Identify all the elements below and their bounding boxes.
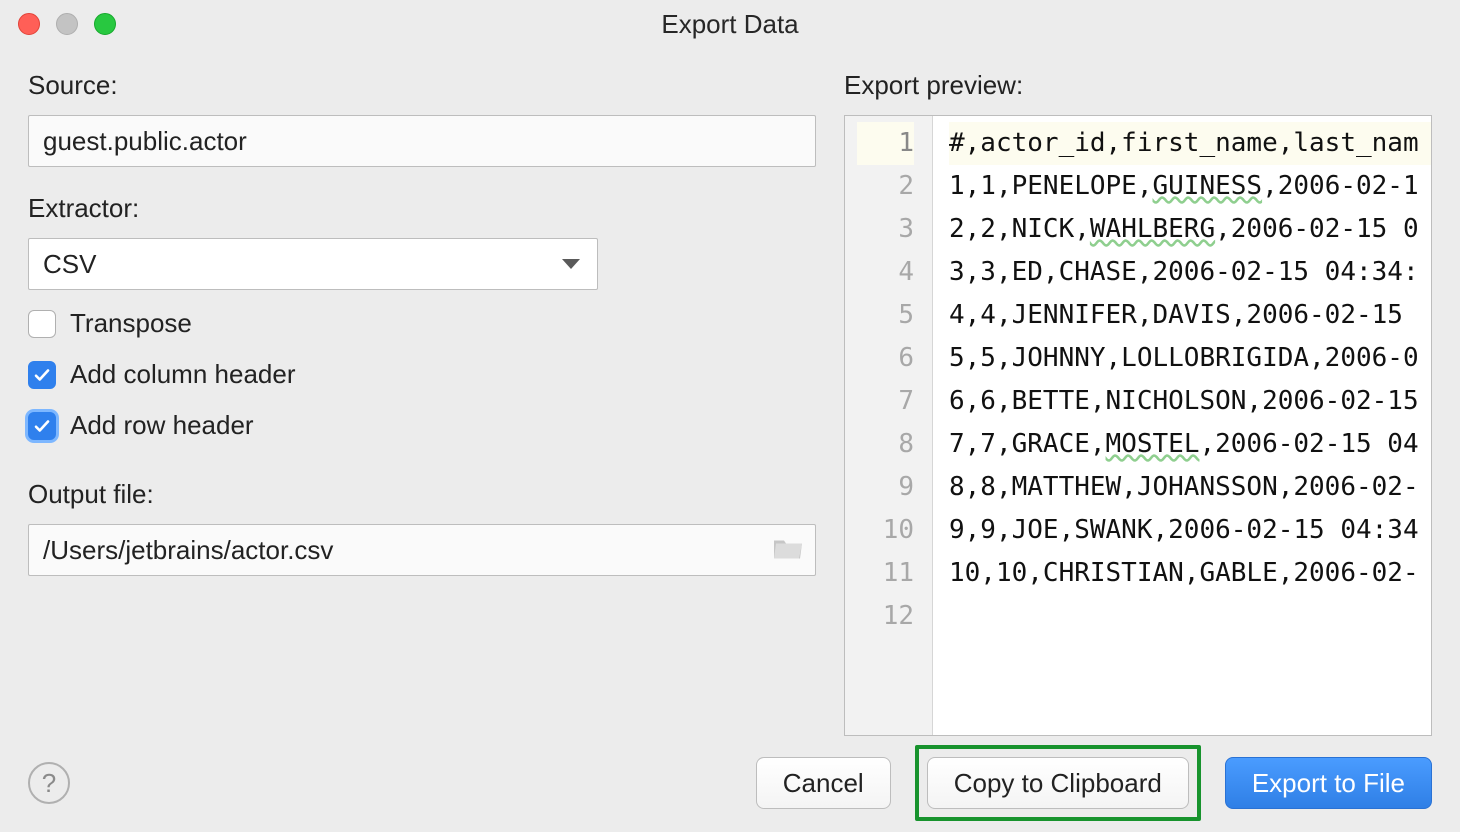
tutorial-highlight: Copy to Clipboard xyxy=(915,745,1201,821)
line-number: 8 xyxy=(857,423,914,466)
line-gutter: 123456789101112 xyxy=(845,116,933,735)
add-row-header-checkbox[interactable] xyxy=(28,412,56,440)
line-number: 3 xyxy=(857,208,914,251)
preview-line: #,actor_id,first_name,last_nam xyxy=(949,122,1431,165)
settings-pane: Source: Extractor: Transpose Add column … xyxy=(28,70,816,736)
traffic-lights xyxy=(18,13,116,35)
source-label: Source: xyxy=(28,70,816,101)
preview-content: #,actor_id,first_name,last_nam1,1,PENELO… xyxy=(933,116,1431,735)
extractor-label: Extractor: xyxy=(28,193,816,224)
line-number: 11 xyxy=(857,552,914,595)
preview-line: 9,9,JOE,SWANK,2006-02-15 04:34 xyxy=(949,509,1431,552)
window-minimize-button[interactable] xyxy=(56,13,78,35)
window-zoom-button[interactable] xyxy=(94,13,116,35)
titlebar: Export Data xyxy=(0,0,1460,48)
preview-line: 4,4,JENNIFER,DAVIS,2006-02-15 xyxy=(949,294,1431,337)
help-button[interactable]: ? xyxy=(28,762,70,804)
export-to-file-button[interactable]: Export to File xyxy=(1225,757,1432,809)
line-number: 9 xyxy=(857,466,914,509)
preview-line: 7,7,GRACE,MOSTEL,2006-02-15 04 xyxy=(949,423,1431,466)
preview-line: 8,8,MATTHEW,JOHANSSON,2006-02- xyxy=(949,466,1431,509)
window-close-button[interactable] xyxy=(18,13,40,35)
preview-line xyxy=(949,595,1431,638)
preview-line: 10,10,CHRISTIAN,GABLE,2006-02- xyxy=(949,552,1431,595)
line-number: 1 xyxy=(857,122,914,165)
line-number: 2 xyxy=(857,165,914,208)
preview-line: 2,2,NICK,WAHLBERG,2006-02-15 0 xyxy=(949,208,1431,251)
transpose-label: Transpose xyxy=(70,308,192,339)
line-number: 10 xyxy=(857,509,914,552)
transpose-checkbox[interactable] xyxy=(28,310,56,338)
preview-pane: Export preview: 123456789101112 #,actor_… xyxy=(844,70,1432,736)
folder-icon xyxy=(772,535,804,561)
preview-editor[interactable]: 123456789101112 #,actor_id,first_name,la… xyxy=(844,115,1432,736)
preview-line: 6,6,BETTE,NICHOLSON,2006-02-15 xyxy=(949,380,1431,423)
line-number: 6 xyxy=(857,337,914,380)
extractor-select[interactable] xyxy=(28,238,598,290)
add-column-header-checkbox[interactable] xyxy=(28,361,56,389)
preview-label: Export preview: xyxy=(844,70,1432,101)
source-input[interactable] xyxy=(28,115,816,167)
footer: ? Cancel Copy to Clipboard Export to Fil… xyxy=(0,736,1460,830)
check-icon xyxy=(33,417,51,435)
line-number: 5 xyxy=(857,294,914,337)
browse-folder-button[interactable] xyxy=(772,535,804,566)
preview-line: 5,5,JOHNNY,LOLLOBRIGIDA,2006-0 xyxy=(949,337,1431,380)
copy-to-clipboard-button[interactable]: Copy to Clipboard xyxy=(927,757,1189,809)
add-row-header-label: Add row header xyxy=(70,410,254,441)
window-title: Export Data xyxy=(661,9,798,40)
preview-line: 3,3,ED,CHASE,2006-02-15 04:34: xyxy=(949,251,1431,294)
line-number: 7 xyxy=(857,380,914,423)
output-file-input[interactable] xyxy=(28,524,816,576)
cancel-button[interactable]: Cancel xyxy=(756,757,891,809)
add-column-header-label: Add column header xyxy=(70,359,295,390)
preview-line: 1,1,PENELOPE,GUINESS,2006-02-1 xyxy=(949,165,1431,208)
output-file-label: Output file: xyxy=(28,479,816,510)
line-number: 12 xyxy=(857,595,914,638)
line-number: 4 xyxy=(857,251,914,294)
check-icon xyxy=(33,366,51,384)
